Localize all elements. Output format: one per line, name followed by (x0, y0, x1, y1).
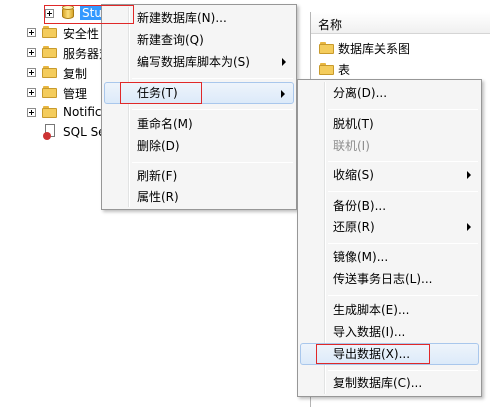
folder-icon (42, 26, 58, 38)
folder-icon (42, 106, 58, 118)
menu-item-label: 分离(D)... (333, 86, 388, 100)
tree-node-label: Notific (63, 105, 102, 119)
tree-node-security[interactable]: 安全性 (0, 22, 110, 42)
list-item[interactable]: 表 (319, 59, 479, 79)
menu-item-label: 收缩(S) (333, 168, 374, 182)
submenu-arrow-icon (467, 171, 471, 179)
tree-node-management[interactable]: 管理 (0, 82, 110, 102)
menu-separator (328, 295, 478, 296)
menu-separator (328, 161, 478, 162)
menu-item-backup[interactable]: 备份(B)... (300, 195, 479, 217)
tree-node-replication[interactable]: 复制 (0, 62, 110, 82)
menu-item-copy-database[interactable]: 复制数据库(C)... (300, 372, 479, 394)
column-header-name[interactable]: 名称 (311, 12, 490, 34)
menu-item-label: 删除(D) (137, 139, 180, 153)
folder-icon (42, 66, 58, 78)
menu-item-label: 生成脚本(E)... (333, 303, 410, 317)
expand-icon[interactable] (27, 88, 36, 97)
expand-icon[interactable] (27, 28, 36, 37)
menu-item-mirror[interactable]: 镜像(M)... (300, 246, 479, 268)
expand-icon[interactable] (27, 48, 36, 57)
menu-item-rename[interactable]: 重命名(M) (104, 113, 294, 135)
menu-separator (328, 370, 478, 371)
menu-item-label: 传送事务日志(L)... (333, 272, 433, 286)
folder-icon (42, 46, 58, 58)
menu-separator (328, 191, 478, 192)
menu-item-take-offline[interactable]: 脱机(T) (300, 113, 479, 135)
expand-icon[interactable] (27, 108, 36, 117)
menu-item-restore[interactable]: 还原(R) (300, 216, 479, 238)
menu-item-label: 刷新(F) (137, 169, 178, 183)
menu-item-new-query[interactable]: 新建查询(Q) (104, 29, 294, 51)
database-context-menu: 新建数据库(N)... 新建查询(Q) 编写数据库脚本为(S) 任务(T) 重命… (101, 4, 297, 210)
menu-separator (328, 243, 478, 244)
menu-item-properties[interactable]: 属性(R) (104, 186, 294, 208)
menu-item-detach[interactable]: 分离(D)... (300, 82, 479, 104)
tree-node-sql-agent[interactable]: SQL Se (0, 122, 110, 142)
folder-icon (319, 63, 335, 75)
list-item-label: 数据库关系图 (338, 42, 411, 56)
menu-item-label: 脱机(T) (333, 117, 374, 131)
menu-item-generate-scripts[interactable]: 生成脚本(E)... (300, 299, 479, 321)
menu-item-label: 还原(R) (333, 220, 375, 234)
menu-item-label: 新建查询(Q) (137, 33, 204, 47)
menu-item-label: 联机(I) (333, 139, 370, 153)
tree-node-label: 安全性 (63, 27, 100, 41)
list-item-label: 表 (338, 63, 351, 77)
menu-separator (132, 162, 293, 163)
expand-icon[interactable] (27, 68, 36, 77)
tree-node-notification[interactable]: Notific (0, 102, 110, 122)
menu-item-import-data[interactable]: 导入数据(I)... (300, 321, 479, 343)
submenu-arrow-icon (467, 223, 471, 231)
submenu-arrow-icon (281, 90, 285, 98)
tree-node-label: 管理 (63, 87, 88, 101)
tree-node-label: 复制 (63, 67, 88, 81)
menu-item-ship-transaction-logs[interactable]: 传送事务日志(L)... (300, 268, 479, 290)
menu-item-label: 导入数据(I)... (333, 325, 406, 339)
menu-item-label: 属性(R) (137, 190, 179, 204)
highlight-frame-export-data (316, 344, 430, 364)
submenu-arrow-icon (282, 58, 286, 66)
menu-item-bring-online[interactable]: 联机(I) (300, 135, 479, 157)
menu-item-label: 备份(B)... (333, 199, 387, 213)
menu-item-label: 镜像(M)... (333, 250, 389, 264)
menu-item-script-database[interactable]: 编写数据库脚本为(S) (104, 51, 294, 73)
menu-item-label: 新建数据库(N)... (137, 11, 227, 25)
menu-item-label: 复制数据库(C)... (333, 376, 423, 390)
sql-agent-icon (43, 124, 57, 140)
menu-separator (328, 109, 478, 110)
highlight-frame-tasks (120, 82, 202, 104)
folder-icon (42, 86, 58, 98)
menu-item-label: 重命名(M) (137, 117, 193, 131)
folder-icon (319, 42, 335, 54)
highlight-frame-database (44, 5, 134, 24)
menu-item-refresh[interactable]: 刷新(F) (104, 165, 294, 187)
menu-separator (132, 109, 293, 110)
menu-item-delete[interactable]: 删除(D) (104, 135, 294, 157)
list-item[interactable]: 数据库关系图 (319, 38, 479, 58)
menu-item-shrink[interactable]: 收缩(S) (300, 164, 479, 186)
tree-node-label: SQL Se (63, 125, 106, 139)
column-header-label: 名称 (318, 18, 343, 32)
menu-separator (132, 78, 293, 79)
tree-node-server-objects[interactable]: 服务器对 (0, 42, 111, 62)
menu-item-label: 编写数据库脚本为(S) (137, 55, 250, 69)
